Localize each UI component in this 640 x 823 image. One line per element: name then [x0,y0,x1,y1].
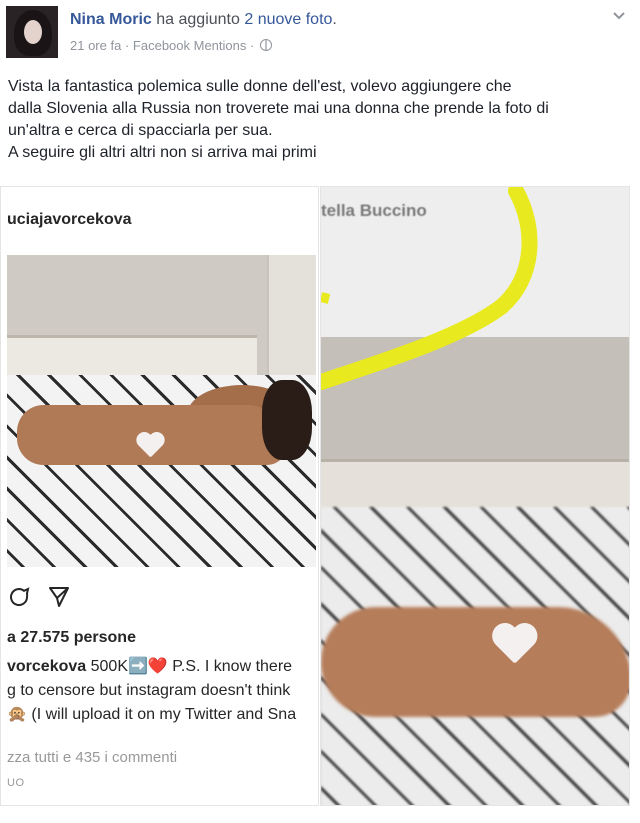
likes-count[interactable]: a 27.575 persone [7,629,136,647]
heart-censor-icon [490,625,538,670]
photo-left[interactable]: uciajavorcekova a 27.575 persone vorceko… [0,186,319,806]
highlight-stroke [321,187,538,390]
view-all-comments[interactable]: zza tutti e 435 i commenti [7,749,177,766]
author-name[interactable]: Nina Moric [70,11,152,28]
comment-icon[interactable] [7,585,31,609]
post-title: Nina Moric ha aggiunto 2 nuove foto. [70,11,337,28]
heart-censor-icon [135,433,165,461]
post-meta: 21 ore fa · Facebook Mentions · [70,38,272,53]
post-header: Nina Moric ha aggiunto 2 nuove foto. 21 … [0,0,640,64]
action-text: ha aggiunto [156,11,240,28]
post-text: Vista la fantastica polemica sulle donne… [8,78,549,161]
caption-username[interactable]: vorcekova [7,658,86,675]
globe-icon [259,39,272,51]
instagram-username: uciajavorcekova [7,211,132,228]
avatar[interactable] [6,6,58,58]
instagram-image [7,255,316,567]
share-icon[interactable] [47,585,71,609]
photo-right[interactable]: tella Buccino [320,186,630,806]
photos-link[interactable]: 2 nuove foto [244,11,332,28]
instagram-caption: vorcekova 500K➡️❤️ P.S. I know there g t… [7,658,297,723]
timestamp[interactable]: 21 ore fa [70,38,121,53]
chevron-down-icon[interactable] [612,8,626,22]
instagram-time: UO [7,777,25,789]
source-link[interactable]: Facebook Mentions [133,38,246,53]
